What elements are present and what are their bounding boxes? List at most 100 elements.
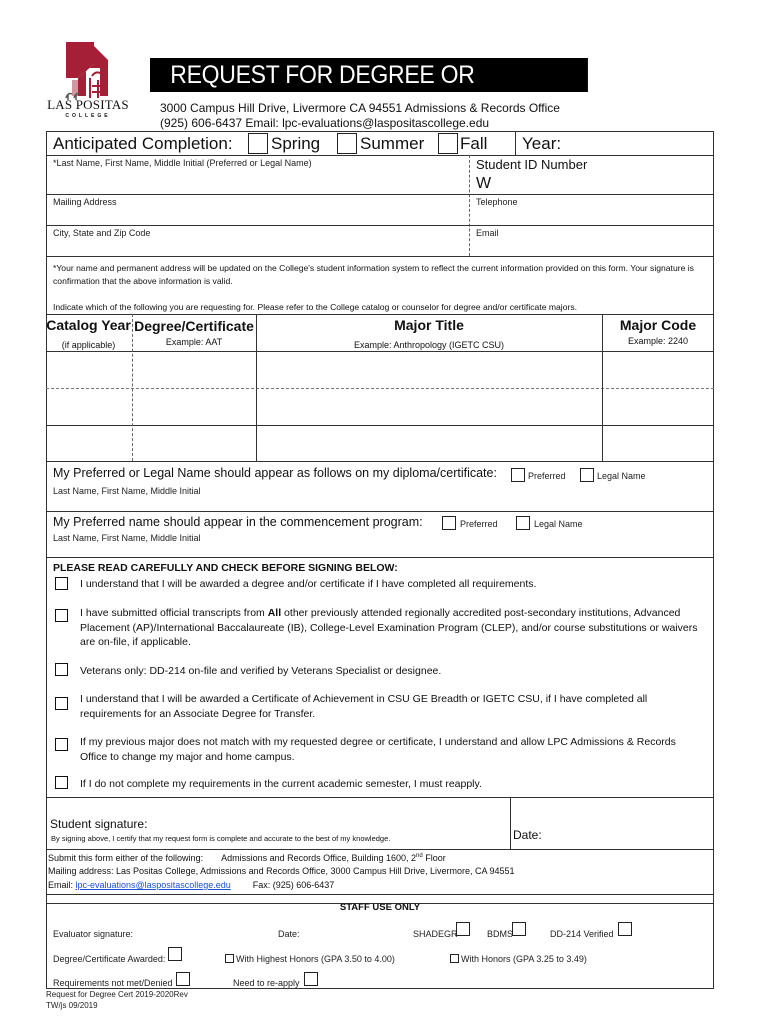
footer-revision: Request for Degree Cert 2019-2020Rev xyxy=(46,990,188,999)
student-signature-label: Student signature: xyxy=(50,817,148,831)
submit-location-sup: nd xyxy=(416,853,423,859)
highest-honors-label: With Highest Honors (GPA 3.50 to 4.00) xyxy=(236,954,395,964)
submit-line-1: Submit this form either of the following… xyxy=(48,853,446,863)
commencement-name-field[interactable] xyxy=(50,544,710,556)
degree-input-3[interactable] xyxy=(134,428,254,460)
ack-checkbox-4[interactable] xyxy=(55,697,68,710)
student-id-label: Student ID Number xyxy=(476,157,588,172)
form-title: REQUEST FOR DEGREE OR CERTIFICATE xyxy=(150,58,588,123)
city-state-zip-field[interactable] xyxy=(50,239,466,255)
col-sub-catalog-year: (if applicable) xyxy=(61,340,116,350)
submit-email-link[interactable]: lpc-evaluations@laspositascollege.edu xyxy=(76,880,231,890)
catalog-year-input-3[interactable] xyxy=(48,428,130,460)
year-field[interactable] xyxy=(570,134,710,154)
anticipated-completion-label: Anticipated Completion: xyxy=(53,134,233,153)
mailing-address-label: Mailing Address xyxy=(53,197,117,207)
ack-text-2: I have submitted official transcripts fr… xyxy=(80,606,700,650)
spring-label: Spring xyxy=(271,134,321,153)
ack-checkbox-3[interactable] xyxy=(55,663,68,676)
col-header-degree-certificate: Degree/Certificate xyxy=(134,318,254,334)
spring-checkbox[interactable] xyxy=(248,133,268,154)
honors-label: With Honors (GPA 3.25 to 3.49) xyxy=(461,954,587,964)
catalog-year-input-2[interactable] xyxy=(48,391,130,423)
footer-initials: TW/js 09/2019 xyxy=(46,1001,98,1010)
summer-checkbox[interactable] xyxy=(337,133,357,154)
divider xyxy=(515,131,516,155)
awarded-checkbox[interactable] xyxy=(168,947,182,961)
col-sub-degree-certificate: Example: AAT xyxy=(165,337,223,347)
divider xyxy=(132,314,133,461)
divider xyxy=(46,511,714,512)
major-code-input-3[interactable] xyxy=(604,428,712,460)
office-contact: (925) 606-6437 Email: lpc-evaluations@la… xyxy=(160,116,490,130)
divider xyxy=(46,225,714,226)
acknowledgements-heading: PLEASE READ CAREFULLY AND CHECK BEFORE S… xyxy=(53,562,398,574)
divider xyxy=(46,557,714,558)
divider xyxy=(510,797,511,849)
summer-label: Summer xyxy=(360,134,425,153)
shadegr-label: SHADEGR xyxy=(413,929,458,939)
ack-checkbox-6[interactable] xyxy=(55,776,68,789)
col-sub-major-code: Example: 2240 xyxy=(627,336,689,346)
submit-prefix: Submit this form either of the following… xyxy=(48,853,204,863)
ack-checkbox-5[interactable] xyxy=(55,738,68,751)
highest-honors-checkbox[interactable] xyxy=(225,954,234,963)
submit-email-label: Email: xyxy=(48,880,76,890)
major-title-input-2[interactable] xyxy=(258,391,600,423)
signature-date-field[interactable] xyxy=(548,826,708,844)
submit-location: Admissions and Records Office, Building … xyxy=(221,853,417,863)
divider xyxy=(46,425,714,426)
name-update-notice: *Your name and permanent address will be… xyxy=(53,263,694,286)
divider xyxy=(46,256,714,257)
email-field[interactable] xyxy=(474,239,710,255)
diploma-preferred-checkbox[interactable] xyxy=(511,468,525,482)
reapply-label: Need to re-apply xyxy=(233,978,300,988)
bdms-checkbox[interactable] xyxy=(512,922,526,936)
commencement-preferred-label: Preferred xyxy=(460,519,498,529)
staff-use-heading: STAFF USE ONLY xyxy=(339,902,421,913)
major-code-input-1[interactable] xyxy=(604,354,712,386)
not-met-checkbox[interactable] xyxy=(176,972,190,986)
commencement-preferred-checkbox[interactable] xyxy=(442,516,456,530)
name-field[interactable] xyxy=(50,170,468,194)
divider xyxy=(46,849,714,850)
major-title-input-1[interactable] xyxy=(258,354,600,386)
highest-honors-option[interactable]: With Highest Honors (GPA 3.50 to 4.00) xyxy=(225,954,395,964)
name-label: *Last Name, First Name, Middle Initial (… xyxy=(53,158,312,168)
diploma-legal-checkbox[interactable] xyxy=(580,468,594,482)
ack-text-2-prefix: I have submitted official transcripts fr… xyxy=(80,607,268,619)
shadegr-checkbox[interactable] xyxy=(456,922,470,936)
divider xyxy=(46,797,714,798)
honors-option[interactable]: With Honors (GPA 3.25 to 3.49) xyxy=(450,954,587,964)
ack-text-5: If my previous major does not match with… xyxy=(80,736,676,763)
honors-checkbox[interactable] xyxy=(450,954,459,963)
telephone-field[interactable] xyxy=(474,208,710,224)
student-signature-field[interactable] xyxy=(50,800,508,816)
major-title-input-3[interactable] xyxy=(258,428,600,460)
dd214-label: DD-214 Verified xyxy=(550,929,614,939)
major-code-input-2[interactable] xyxy=(604,391,712,423)
catalog-year-input-1[interactable] xyxy=(48,354,130,386)
ack-text-2-bold: All xyxy=(267,607,282,619)
submit-fax: Fax: (925) 606-6437 xyxy=(252,880,335,890)
student-id-field[interactable] xyxy=(496,175,710,193)
degree-input-1[interactable] xyxy=(134,354,254,386)
dd214-checkbox[interactable] xyxy=(618,922,632,936)
ack-checkbox-1[interactable] xyxy=(55,577,68,590)
degree-input-2[interactable] xyxy=(134,391,254,423)
submit-mailing-address: Mailing address: Las Positas College, Ad… xyxy=(48,866,515,876)
date-label: Date: xyxy=(513,828,542,842)
staff-date-label: Date: xyxy=(278,929,300,939)
student-id-prefix: W xyxy=(476,175,492,192)
mailing-address-field[interactable] xyxy=(50,208,466,224)
fall-checkbox[interactable] xyxy=(438,133,458,154)
ack-checkbox-2[interactable] xyxy=(55,609,68,622)
divider xyxy=(46,351,714,352)
reapply-checkbox[interactable] xyxy=(304,972,318,986)
submit-line-3: Email: lpc-evaluations@laspositascollege… xyxy=(48,880,334,890)
ack-text-1: I understand that I will be awarded a de… xyxy=(80,578,537,590)
diploma-name-field[interactable] xyxy=(50,497,710,511)
college-name: LAS POSITAS xyxy=(47,97,129,112)
commencement-legal-checkbox[interactable] xyxy=(516,516,530,530)
divider xyxy=(46,314,714,315)
